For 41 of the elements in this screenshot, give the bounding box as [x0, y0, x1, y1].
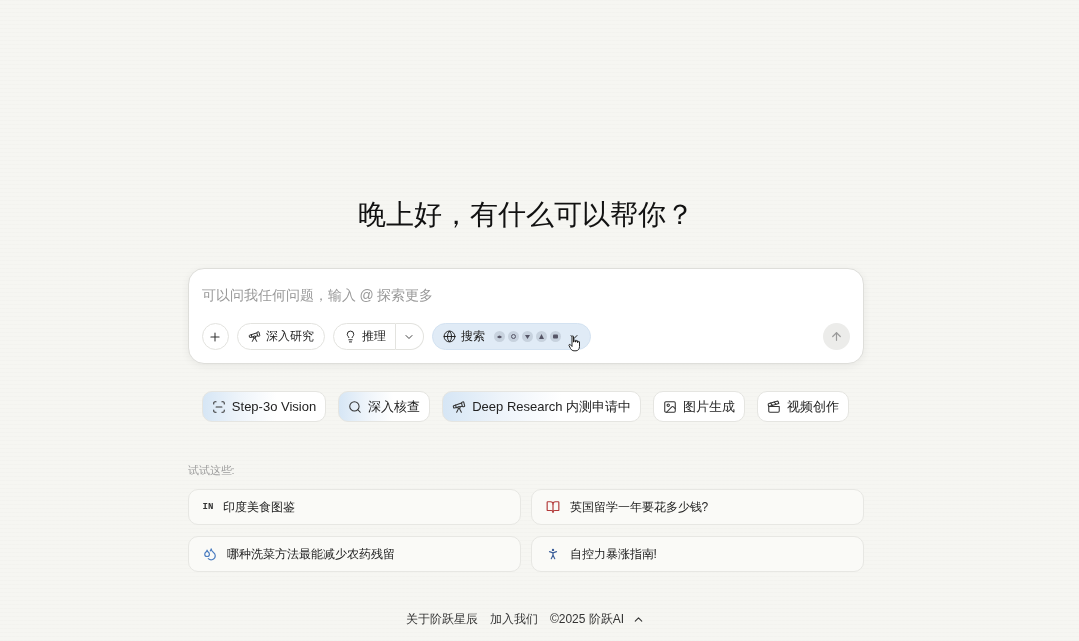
- suggestions-heading: 试试这些:: [187, 463, 236, 478]
- feature-chip[interactable]: 深入核查: [338, 391, 431, 422]
- suggestion-text: 自控力暴涨指南!: [569, 545, 657, 563]
- feature-chip[interactable]: Deep Research 内测申请中: [442, 391, 642, 422]
- feature-chip[interactable]: Step-3o Vision: [201, 391, 327, 422]
- telescope-icon: [247, 330, 261, 343]
- add-button[interactable]: [201, 323, 229, 350]
- suggestion-card[interactable]: 自控力暴涨指南!: [530, 536, 864, 572]
- arrow-up-icon: [829, 330, 843, 343]
- flag-letters: IN: [202, 502, 214, 512]
- droplets-icon: [202, 547, 217, 561]
- greeting-heading: 晚上好，有什么可以帮你？: [357, 198, 694, 232]
- message-input[interactable]: 可以问我任何问题，输入 @ 探索更多: [201, 283, 850, 307]
- source-icon: [493, 331, 505, 342]
- source-icon: [535, 331, 547, 342]
- source-icon: [549, 331, 561, 342]
- search-button[interactable]: 搜索: [431, 323, 591, 350]
- suggestion-text: 印度美食图鉴: [223, 498, 296, 516]
- footer-link[interactable]: 加入我们: [489, 611, 538, 628]
- suggestion-card[interactable]: IN 印度美食图鉴: [187, 489, 521, 525]
- feature-chip[interactable]: 图片生成: [653, 391, 746, 422]
- suggestion-card[interactable]: 哪种洗菜方法最能减少农药残留: [187, 536, 521, 572]
- source-icon: [507, 331, 519, 342]
- suggestion-card[interactable]: 英国留学一年要花多少钱?: [530, 489, 864, 525]
- hand-cursor-icon: [567, 335, 581, 352]
- search-icon: [348, 399, 363, 414]
- footer-link[interactable]: 关于阶跃星辰: [405, 611, 478, 628]
- source-icon: [521, 331, 533, 342]
- globe-icon: [442, 330, 456, 343]
- scan-icon: [211, 399, 226, 414]
- clapperboard-icon: [767, 399, 782, 414]
- open-book-icon: [545, 500, 560, 514]
- plus-icon: [208, 329, 222, 344]
- reasoning-button[interactable]: 推理: [332, 323, 396, 350]
- suggestion-text: 英国留学一年要花多少钱?: [569, 498, 709, 516]
- suggestion-text: 哪种洗菜方法最能减少农药残留: [226, 545, 395, 563]
- deep-research-button[interactable]: 深入研究: [236, 323, 325, 350]
- telescope-icon: [452, 399, 467, 414]
- footer-link[interactable]: ©2025 阶跃AI: [549, 611, 625, 628]
- image-icon: [663, 399, 678, 414]
- feature-chip[interactable]: 视频创作: [757, 391, 850, 422]
